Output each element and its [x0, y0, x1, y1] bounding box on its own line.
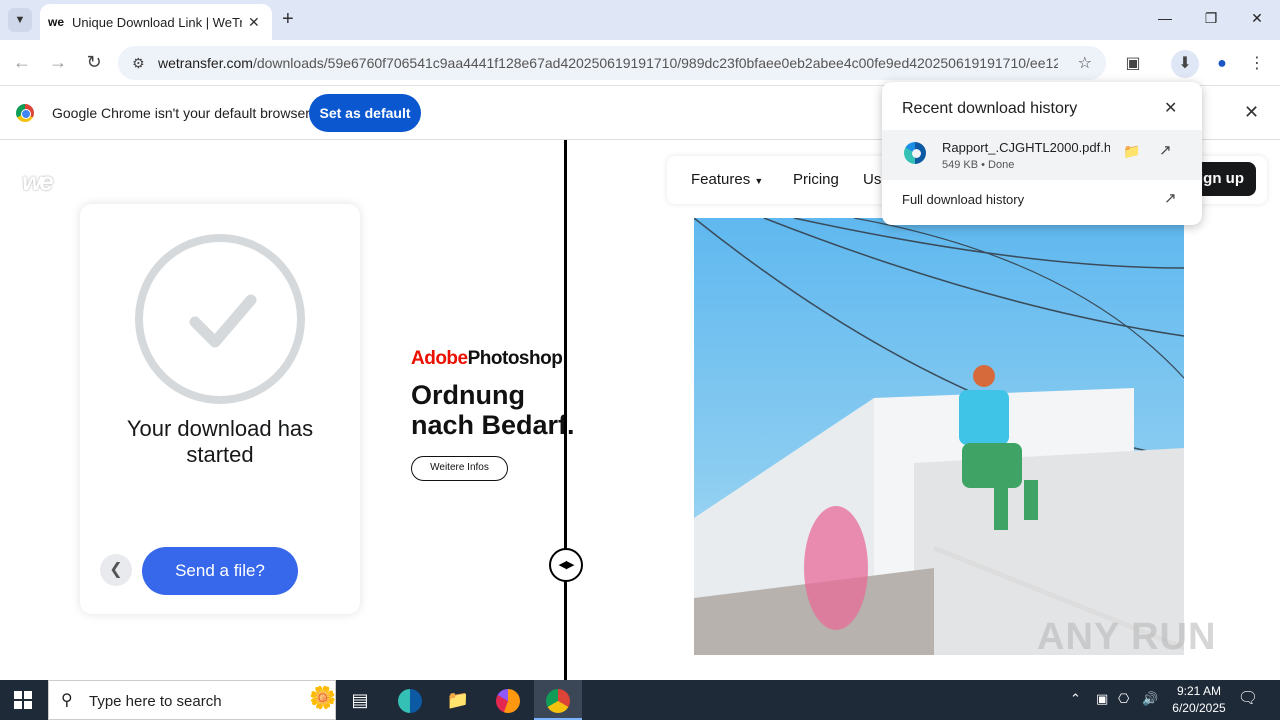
volume-icon[interactable]: 🔊: [1142, 691, 1158, 707]
back-arrow-icon[interactable]: ←: [10, 52, 34, 73]
network-drive-icon[interactable]: ▣: [1096, 691, 1108, 707]
windows-start-icon[interactable]: [14, 691, 32, 709]
nav-features[interactable]: Features ▼: [691, 171, 763, 188]
tab-close-icon[interactable]: ✕: [248, 14, 260, 31]
new-tab-button[interactable]: +: [282, 8, 294, 31]
chrome-logo-icon: [16, 104, 34, 122]
download-history-panel: Recent download history ✕ Rapport_.CJGHT…: [882, 82, 1202, 225]
tab-active[interactable]: we Unique Download Link | WeTransfer ✕: [40, 4, 272, 40]
taskbar-clock[interactable]: 9:21 AM 6/20/2025: [1166, 683, 1232, 717]
slider-handle[interactable]: ◀▶: [549, 548, 583, 582]
download-started-heading: Your download has started: [126, 416, 314, 467]
clock-date: 6/20/2025: [1172, 701, 1226, 715]
ad-brand: AdobePhotoshop: [411, 348, 563, 369]
checkmark-icon: [189, 294, 257, 348]
menu-kebab-icon[interactable]: ⋮: [1243, 50, 1271, 78]
download-file-name: Rapport_.CJGHTL2000.pdf.htm: [942, 140, 1110, 155]
open-external-icon[interactable]: ↗: [1164, 189, 1177, 207]
wetransfer-logo[interactable]: we: [22, 166, 54, 197]
windows-taskbar: ⚲ Type here to search 🌼 ▤ 📁 ⌃ ▣ ⎔ 🔊 9:21…: [0, 680, 1280, 720]
task-view-icon[interactable]: ▤: [336, 680, 384, 720]
download-panel-close-icon[interactable]: ✕: [1164, 98, 1177, 118]
reload-icon[interactable]: ↻: [82, 52, 106, 73]
wetransfer-favicon-icon: we: [48, 15, 65, 29]
profile-avatar-icon[interactable]: ●: [1208, 50, 1236, 78]
address-bar[interactable]: ⚙ wetransfer.com/downloads/59e6760f70654…: [118, 46, 1106, 80]
search-highlight-flowers-icon: 🌼: [309, 685, 337, 710]
minimize-button[interactable]: —: [1142, 10, 1188, 26]
anyrun-watermark: ANY RUN: [1037, 616, 1217, 658]
download-item[interactable]: Rapport_.CJGHTL2000.pdf.htm 549 KB • Don…: [882, 130, 1202, 180]
check-circle-icon: [135, 234, 305, 404]
chevron-down-icon: ▼: [754, 176, 764, 186]
infobar-message: Google Chrome isn't your default browser: [52, 105, 310, 121]
chevron-up-icon[interactable]: ⌃: [1070, 691, 1081, 707]
restore-button[interactable]: ❐: [1188, 10, 1234, 27]
downloads-icon[interactable]: ⬇: [1171, 50, 1199, 78]
window-close-button[interactable]: ✕: [1234, 10, 1280, 27]
infobar-close-icon[interactable]: ✕: [1244, 102, 1259, 123]
taskbar-search-box[interactable]: ⚲ Type here to search 🌼: [48, 680, 336, 720]
full-download-history-link[interactable]: Full download history: [902, 192, 1024, 207]
download-panel-title: Recent download history: [902, 100, 1078, 117]
download-file-meta: 549 KB • Done: [942, 159, 1015, 171]
ad-more-info-button[interactable]: Weitere Infos: [411, 456, 508, 481]
edge-taskbar-icon[interactable]: [386, 680, 434, 720]
extensions-icon[interactable]: ▣: [1119, 50, 1147, 78]
edge-file-icon: [904, 142, 926, 164]
notification-icon[interactable]: 🗨: [1236, 688, 1260, 712]
open-external-icon[interactable]: ↗: [1159, 141, 1172, 159]
nav-pricing[interactable]: Pricing: [793, 171, 839, 188]
ad-slider-divider: [564, 140, 567, 680]
file-explorer-icon[interactable]: 📁: [434, 680, 482, 720]
browser-toolbar: ← → ↻ ⚙ wetransfer.com/downloads/59e6760…: [0, 40, 1280, 86]
chevron-left-icon: ❮: [109, 561, 123, 578]
network-icon[interactable]: ⎔: [1118, 691, 1129, 707]
hero-photo: [694, 218, 1184, 655]
firefox-taskbar-icon[interactable]: [484, 680, 532, 720]
set-as-default-button[interactable]: Set as default: [309, 94, 421, 132]
bookmark-star-icon[interactable]: ☆: [1078, 53, 1092, 73]
nav-use-cases[interactable]: Us: [863, 171, 881, 188]
tab-search-button[interactable]: ▼: [8, 8, 32, 32]
chrome-taskbar-icon[interactable]: [534, 680, 582, 720]
clock-time: 9:21 AM: [1176, 684, 1222, 698]
send-a-file-button[interactable]: Send a file?: [142, 547, 298, 595]
hero-image: [694, 218, 1184, 655]
download-card: Your download has started ❮ Send a file?: [80, 204, 360, 614]
url-text: wetransfer.com/downloads/59e6760f706541c…: [158, 55, 1058, 71]
back-chevron-button[interactable]: ❮: [100, 554, 132, 586]
show-in-folder-icon[interactable]: 📁: [1123, 143, 1140, 160]
tab-title: Unique Download Link | WeTransfer: [72, 14, 242, 30]
taskbar-search-placeholder: Type here to search: [89, 693, 222, 710]
tab-strip: ▼ we Unique Download Link | WeTransfer ✕…: [0, 0, 1280, 40]
forward-arrow-icon[interactable]: →: [46, 52, 70, 73]
chevron-down-icon: ▼: [14, 14, 26, 26]
search-icon: ⚲: [61, 692, 73, 709]
site-info-icon[interactable]: ⚙: [132, 55, 158, 72]
